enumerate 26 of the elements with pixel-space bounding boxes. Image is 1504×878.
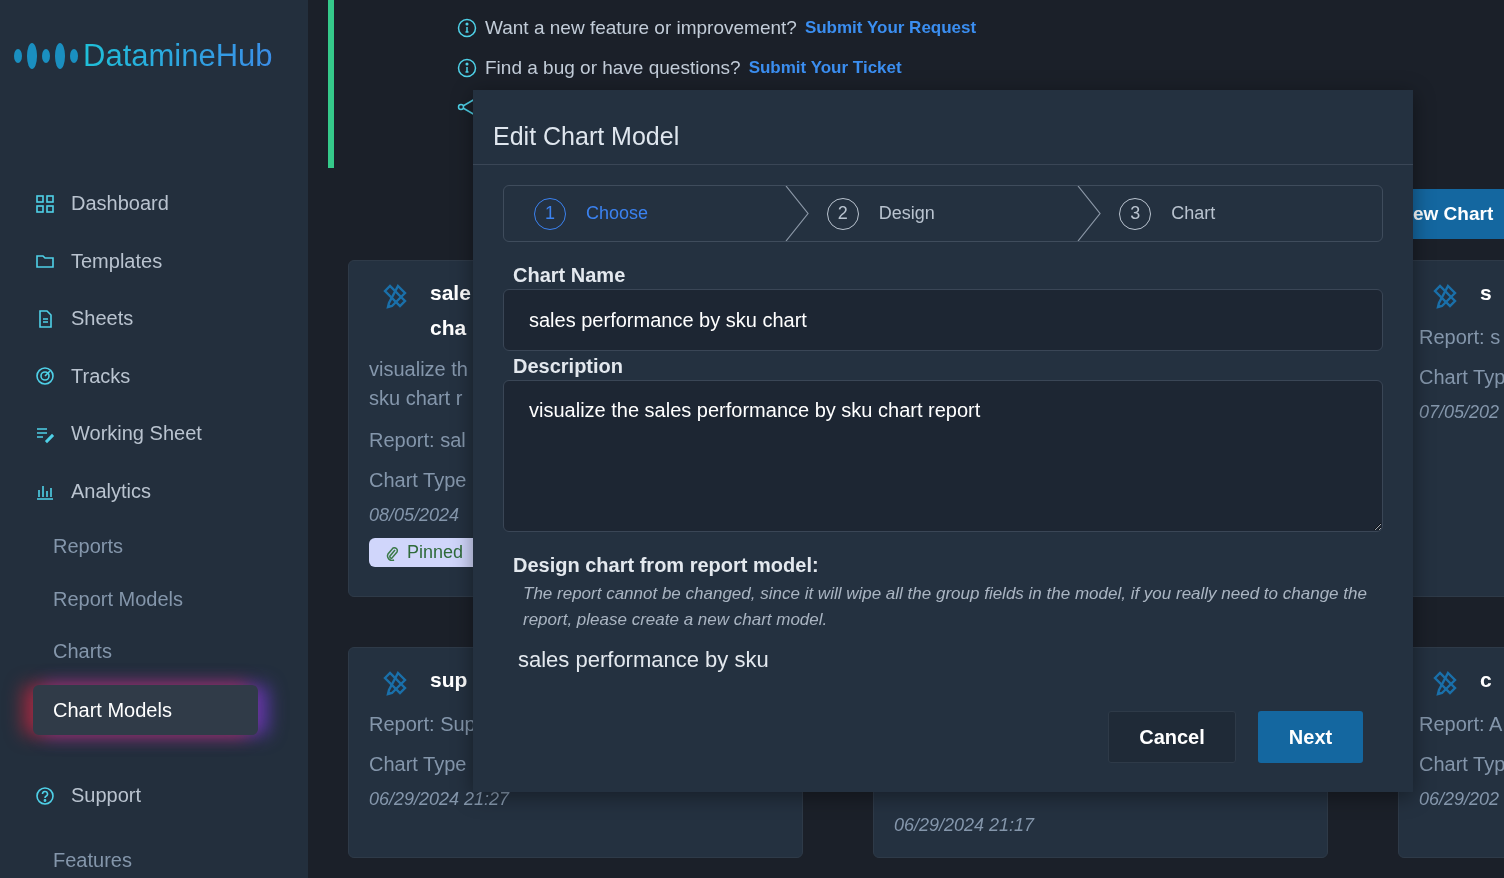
notice-text: Find a bug or have questions? — [485, 56, 741, 79]
card-title: cha — [430, 315, 468, 341]
card-title: s — [1480, 280, 1492, 306]
field-label: Description — [513, 355, 625, 378]
report-name: sales performance by sku — [518, 647, 770, 673]
card-date: 06/29/2024 21:27 — [369, 789, 510, 810]
card-report: Report: A — [1419, 712, 1503, 737]
card-description: sku chart r — [369, 386, 463, 411]
report-note: The report cannot be changed, since it will wipe all the group fields in the model, if you really need to change the report, please create a new chart model. — [523, 583, 1368, 631]
card-report: Report: s — [1419, 325, 1501, 350]
card-report: Report: sal — [369, 428, 466, 453]
notice-text: Want a new feature or improvement? — [485, 16, 797, 39]
card-chart-type: Chart Typ — [1419, 365, 1504, 390]
card-chart-type: Chart Type — [369, 752, 467, 777]
card-chart-type: Chart Type — [369, 468, 467, 493]
card-title: c — [1480, 667, 1492, 693]
card-date: 08/05/2024 — [369, 505, 460, 526]
card-title: sup — [430, 667, 468, 693]
card-title: sale — [430, 280, 471, 306]
card-description: visualize th — [369, 357, 468, 382]
card-chart-type: Chart Typ — [1419, 752, 1504, 777]
card-date: 06/29/202 — [1419, 789, 1500, 810]
field-label: Chart Name — [513, 264, 627, 287]
card-date: 06/29/2024 21:17 — [894, 815, 1035, 836]
dialog-title: Edit Chart Model — [493, 121, 680, 151]
card-date: 07/05/202 — [1419, 402, 1500, 423]
